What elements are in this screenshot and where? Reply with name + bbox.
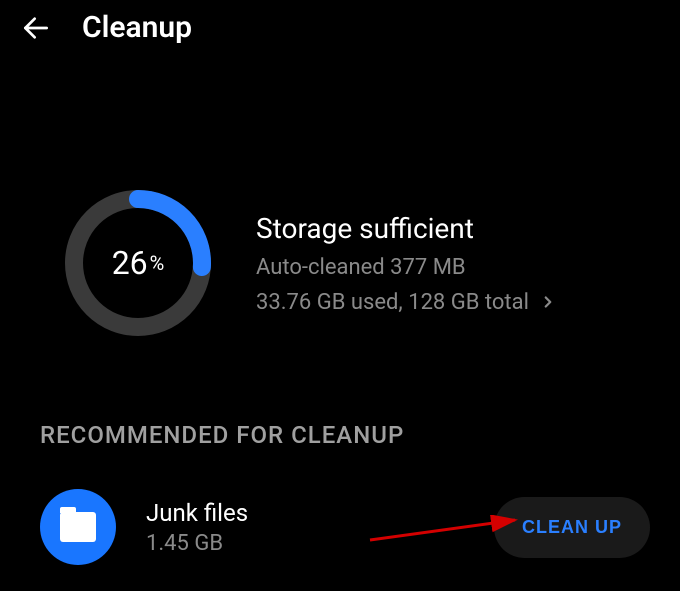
junk-files-size: 1.45 GB (146, 531, 464, 556)
junk-files-row[interactable]: Junk files 1.45 GB CLEAN UP (0, 469, 680, 585)
storage-donut: 26 % (60, 185, 216, 341)
storage-usage-row: 33.76 GB used, 128 GB total (256, 290, 640, 315)
junk-files-text: Junk files 1.45 GB (146, 499, 464, 556)
storage-auto-cleaned: Auto-cleaned 377 MB (256, 255, 640, 280)
app-header: Cleanup (0, 0, 680, 55)
page-title: Cleanup (82, 10, 192, 45)
storage-text-block: Storage sufficient Auto-cleaned 377 MB 3… (256, 212, 640, 315)
donut-percent-symbol: % (150, 251, 165, 275)
arrow-left-icon (20, 12, 52, 44)
storage-usage-text: 33.76 GB used, 128 GB total (256, 290, 529, 315)
chevron-right-icon (539, 293, 557, 311)
storage-summary-row[interactable]: 26 % Storage sufficient Auto-cleaned 377… (0, 55, 680, 381)
junk-files-icon-circle (40, 489, 116, 565)
donut-percent-value: 26 (112, 244, 148, 282)
donut-center-label: 26 % (60, 185, 216, 341)
folder-icon (60, 512, 96, 542)
junk-files-title: Junk files (146, 499, 464, 527)
recommended-section-header: RECOMMENDED FOR CLEANUP (0, 381, 680, 469)
back-button[interactable] (20, 12, 52, 44)
storage-status-title: Storage sufficient (256, 212, 640, 245)
clean-up-button[interactable]: CLEAN UP (494, 497, 650, 558)
